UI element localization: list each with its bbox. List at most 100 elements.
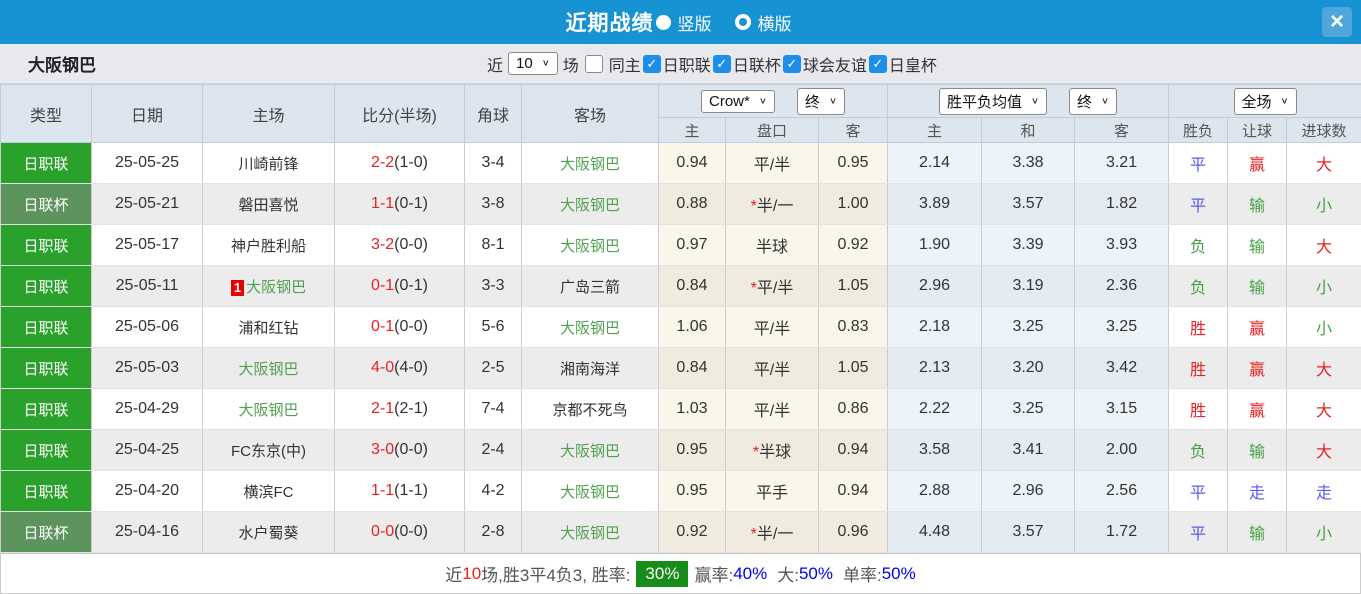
score-cell: 0-1(0-0) — [335, 307, 465, 348]
home-team: 大阪钢巴 — [238, 361, 298, 378]
league-checkbox-jcup[interactable]: ✓ — [713, 55, 731, 73]
avg-lose-cell: 2.00 — [1075, 430, 1169, 471]
fulltime-score: 4-0 — [371, 359, 394, 376]
fulltime-score: 1-1 — [371, 482, 394, 499]
wdl-cell: 负 — [1169, 225, 1228, 266]
match-row: 日联杯 25-04-16 水户蜀葵 0-0(0-0) 2-8 大阪钢巴 0.92… — [1, 512, 1361, 553]
horizontal-view-radio[interactable] — [735, 14, 751, 30]
away-cell: 大阪钢巴 — [522, 307, 659, 348]
avg-draw-cell: 2.96 — [982, 471, 1075, 512]
column-header-home: 主场 — [203, 85, 335, 143]
dialog-title: 近期战绩 — [566, 7, 654, 37]
avg-lose-cell: 2.36 — [1075, 266, 1169, 307]
avg-win-cell: 2.22 — [888, 389, 982, 430]
goals-result-cell: 小 — [1287, 307, 1361, 348]
close-icon: × — [1330, 10, 1344, 34]
match-row: 日职联 25-05-11 1大阪钢巴 0-1(0-1) 3-3 广岛三箭 0.8… — [1, 266, 1361, 307]
date-cell: 25-04-16 — [92, 512, 203, 553]
league-label-emperor[interactable]: 日皇杯 — [889, 52, 937, 76]
home-team: 浦和红钻 — [238, 320, 298, 337]
same-home-checkbox[interactable] — [585, 55, 603, 73]
odds-home-cell: 0.97 — [659, 225, 726, 266]
avg-draw-cell: 3.25 — [982, 307, 1075, 348]
check-icon: ✓ — [646, 56, 657, 72]
bookmaker-select[interactable]: Crow* ∨ — [701, 90, 775, 113]
filter-controls: 近 10 ∨ 场 同主 ✓ 日职联 ✓ 日联杯 ✓ 球会友谊 ✓ 日皇杯 — [487, 52, 937, 76]
match-count-select[interactable]: 10 ∨ — [508, 52, 558, 75]
chevron-down-icon: ∨ — [759, 97, 767, 106]
league-label-j1[interactable]: 日职联 — [663, 52, 711, 76]
wdl-cell: 胜 — [1169, 307, 1228, 348]
league-type-badge: 日职联 — [1, 225, 92, 266]
same-home-label[interactable]: 同主 — [609, 52, 641, 76]
odds-away-cell: 0.95 — [819, 143, 888, 184]
handicap-result-cell: 走 — [1228, 471, 1287, 512]
chevron-down-icon: ∨ — [829, 97, 837, 106]
odds-away-cell: 0.86 — [819, 389, 888, 430]
scope-dropdown-group: 全场 ∨ — [1169, 85, 1361, 118]
away-cell: 大阪钢巴 — [522, 512, 659, 553]
average-time-select[interactable]: 终 ∨ — [1069, 88, 1117, 115]
avg-lose-cell: 3.21 — [1075, 143, 1169, 184]
column-header-away: 客场 — [522, 85, 659, 143]
column-header-avg-draw: 和 — [982, 118, 1075, 143]
score-cell: 3-2(0-0) — [335, 225, 465, 266]
date-cell: 25-05-06 — [92, 307, 203, 348]
over-rate-label: 大: — [777, 561, 799, 586]
avg-lose-cell: 2.56 — [1075, 471, 1169, 512]
away-team: 广岛三箭 — [560, 279, 620, 296]
avg-draw-cell: 3.20 — [982, 348, 1075, 389]
check-icon: ✓ — [716, 56, 727, 72]
handicap-result-cell: 输 — [1228, 266, 1287, 307]
date-cell: 25-05-25 — [92, 143, 203, 184]
league-label-jcup[interactable]: 日联杯 — [733, 52, 781, 76]
league-checkbox-friendly[interactable]: ✓ — [783, 55, 801, 73]
summary-near-label: 近 — [445, 561, 462, 586]
home-team: 川崎前锋 — [238, 156, 298, 173]
vertical-view-label[interactable]: 竖版 — [678, 10, 712, 35]
close-button[interactable]: × — [1322, 7, 1352, 37]
avg-lose-cell: 3.25 — [1075, 307, 1169, 348]
avg-draw-cell: 3.25 — [982, 389, 1075, 430]
league-type-label: 日职联 — [23, 484, 68, 501]
avg-draw-cell: 3.57 — [982, 512, 1075, 553]
halftime-score: (0-1) — [394, 277, 428, 294]
handicap-line-cell: *半/一 — [726, 184, 819, 225]
handicap-line-cell: 平/半 — [726, 389, 819, 430]
league-checkbox-j1[interactable]: ✓ — [643, 55, 661, 73]
summary-record-text: 场,胜3平4负3, 胜率: — [481, 561, 630, 586]
away-team: 大阪钢巴 — [560, 443, 620, 460]
corner-cell: 2-8 — [465, 512, 522, 553]
handicap-line-cell: 平/半 — [726, 307, 819, 348]
date-cell: 25-04-20 — [92, 471, 203, 512]
league-checkbox-emperor[interactable]: ✓ — [869, 55, 887, 73]
horizontal-view-label[interactable]: 横版 — [758, 10, 792, 35]
home-cell: 大阪钢巴 — [203, 348, 335, 389]
score-cell: 4-0(4-0) — [335, 348, 465, 389]
chevron-down-icon: ∨ — [542, 59, 550, 68]
league-type-label: 日联杯 — [23, 197, 68, 214]
corner-cell: 3-4 — [465, 143, 522, 184]
home-team: 神户胜利船 — [231, 238, 306, 255]
league-label-friendly[interactable]: 球会友谊 — [803, 52, 867, 76]
handicap-result-cell: 赢 — [1228, 348, 1287, 389]
avg-win-cell: 2.96 — [888, 266, 982, 307]
vertical-view-radio-selected[interactable] — [656, 15, 671, 30]
home-team: 磐田喜悦 — [238, 197, 298, 214]
goals-result-cell: 小 — [1287, 266, 1361, 307]
halftime-score: (2-1) — [394, 400, 428, 417]
bookmaker-time-select[interactable]: 终 ∨ — [797, 88, 845, 115]
handicap-line-cell: 平/半 — [726, 348, 819, 389]
scope-select[interactable]: 全场 ∨ — [1234, 88, 1297, 115]
avg-win-cell: 1.90 — [888, 225, 982, 266]
matches-label: 场 — [563, 52, 579, 76]
odds-away-cell: 0.94 — [819, 471, 888, 512]
odds-home-cell: 1.03 — [659, 389, 726, 430]
corner-cell: 5-6 — [465, 307, 522, 348]
league-type-label: 日职联 — [23, 238, 68, 255]
away-team: 湘南海洋 — [560, 361, 620, 378]
average-type-select[interactable]: 胜平负均值 ∨ — [939, 88, 1047, 115]
away-cell: 大阪钢巴 — [522, 430, 659, 471]
handicap-line: 半/一 — [757, 198, 793, 215]
column-header-corner: 角球 — [465, 85, 522, 143]
